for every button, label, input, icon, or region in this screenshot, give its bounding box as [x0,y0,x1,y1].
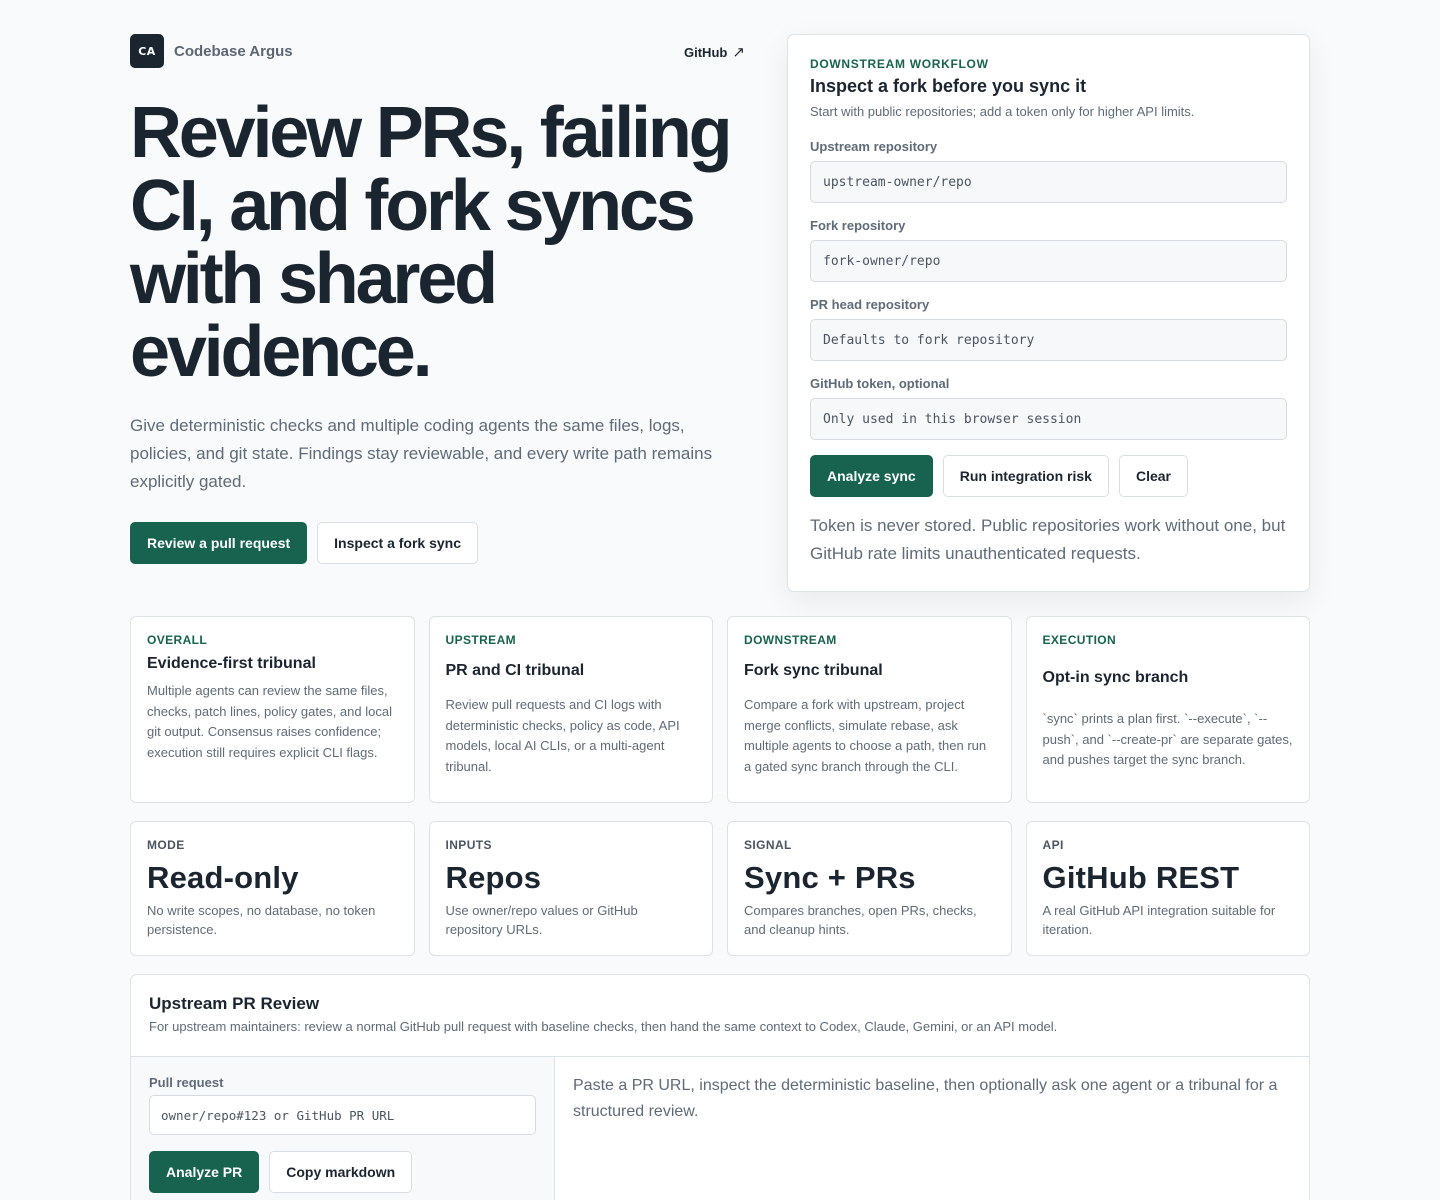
analyze-sync-button[interactable]: Analyze sync [810,455,933,497]
token-note: Token is never stored. Public repositori… [810,516,1286,563]
feature-title: Evidence-first tribunal [147,655,316,672]
pull-request-input[interactable] [149,1095,536,1135]
hero-title: Review PRs, failing CI, and fork syncs w… [130,93,733,392]
stat-value: Read-only [147,860,299,895]
github-link-label: GitHub [684,44,728,60]
stat-cards: MODE Read-only No write scopes, no datab… [130,821,1310,956]
pr-review-header: Upstream PR Review For upstream maintain… [131,975,1309,1057]
feature-eyebrow: DOWNSTREAM [744,633,837,647]
feature-text: Multiple agents can review the same file… [147,683,392,760]
github-token-label: GitHub token, optional [810,376,950,391]
pr-head-repo-input[interactable] [810,319,1287,361]
copy-markdown-button[interactable]: Copy markdown [269,1151,413,1193]
upstream-repo-label: Upstream repository [810,139,938,154]
stat-card-signal: SIGNAL Sync + PRs Compares branches, ope… [727,821,1012,956]
hero-subtitle: Give deterministic checks and multiple c… [130,416,713,491]
hero-actions: Review a pull request Inspect a fork syn… [130,522,478,564]
review-pr-button[interactable]: Review a pull request [130,522,308,564]
stat-card-mode: MODE Read-only No write scopes, no datab… [130,821,415,956]
feature-card-overall: OVERALL Evidence-first tribunal Multiple… [130,616,415,803]
stat-value: GitHub REST [1042,860,1240,895]
feature-text: Review pull requests and CI logs with de… [445,697,680,774]
feature-cards: OVERALL Evidence-first tribunal Multiple… [130,616,1310,803]
stat-eyebrow: SIGNAL [744,838,792,852]
stat-card-inputs: INPUTS Repos Use owner/repo values or Gi… [428,821,713,956]
logo-mark: CA [130,34,164,68]
workflow-description: Start with public repositories; add a to… [810,104,1195,119]
stat-eyebrow: API [1042,838,1064,852]
pull-request-label: Pull request [149,1075,224,1090]
feature-card-downstream: DOWNSTREAM Fork sync tribunal Compare a … [727,616,1012,803]
feature-eyebrow: UPSTREAM [445,633,517,647]
external-link-icon: ↗ [732,44,745,61]
feature-title: Fork sync tribunal [744,662,883,679]
workflow-title: Inspect a fork before you sync it [810,76,1087,96]
stat-value: Repos [445,860,542,895]
downstream-workflow-card: DOWNSTREAM WORKFLOW Inspect a fork befor… [787,34,1310,592]
stat-card-api: API GitHub REST A real GitHub API integr… [1025,821,1310,956]
stat-description: A real GitHub API integration suitable f… [1042,903,1276,937]
pr-review-description: For upstream maintainers: review a norma… [149,1019,1058,1034]
feature-card-upstream: UPSTREAM PR and CI tribunal Review pull … [428,616,713,803]
upstream-repo-input[interactable] [810,161,1287,203]
workflow-actions: Analyze sync Run integration risk Clear [810,455,1188,497]
clear-button[interactable]: Clear [1118,455,1188,497]
pr-review-result: Paste a PR URL, inspect the deterministi… [573,1077,1278,1120]
run-integration-risk-button[interactable]: Run integration risk [942,455,1109,497]
stat-value: Sync + PRs [744,860,916,895]
stat-description: Use owner/repo values or GitHub reposito… [445,903,638,937]
inspect-fork-sync-button[interactable]: Inspect a fork sync [317,522,478,564]
stat-eyebrow: MODE [147,838,185,852]
pr-head-repo-label: PR head repository [810,297,930,312]
workflow-eyebrow: DOWNSTREAM WORKFLOW [810,57,989,71]
stat-eyebrow: INPUTS [445,838,492,852]
upstream-pr-review-panel: Upstream PR Review For upstream maintain… [130,974,1310,1200]
pr-review-title: Upstream PR Review [149,994,320,1013]
github-link[interactable]: GitHub ↗ [684,43,745,61]
feature-title: Opt-in sync branch [1042,669,1189,686]
feature-card-execution: EXECUTION Opt-in sync branch `sync` prin… [1025,616,1310,803]
pr-review-actions: Analyze PR Copy markdown [149,1151,413,1193]
stat-description: Compares branches, open PRs, checks, and… [744,903,977,937]
brand[interactable]: CA Codebase Argus [130,34,293,68]
stat-description: No write scopes, no database, no token p… [147,903,376,937]
feature-eyebrow: EXECUTION [1042,633,1117,647]
feature-title: PR and CI tribunal [445,662,585,679]
github-token-input[interactable] [810,398,1287,440]
brand-name: Codebase Argus [174,42,293,60]
analyze-pr-button[interactable]: Analyze PR [149,1151,260,1193]
pr-review-form: Pull request Analyze PR Copy markdown [131,1057,555,1200]
feature-text: `sync` prints a plan first. `--execute`,… [1042,711,1293,768]
fork-repo-label: Fork repository [810,218,906,233]
fork-repo-input[interactable] [810,240,1287,282]
feature-eyebrow: OVERALL [147,633,208,647]
feature-text: Compare a fork with upstream, project me… [744,697,987,774]
